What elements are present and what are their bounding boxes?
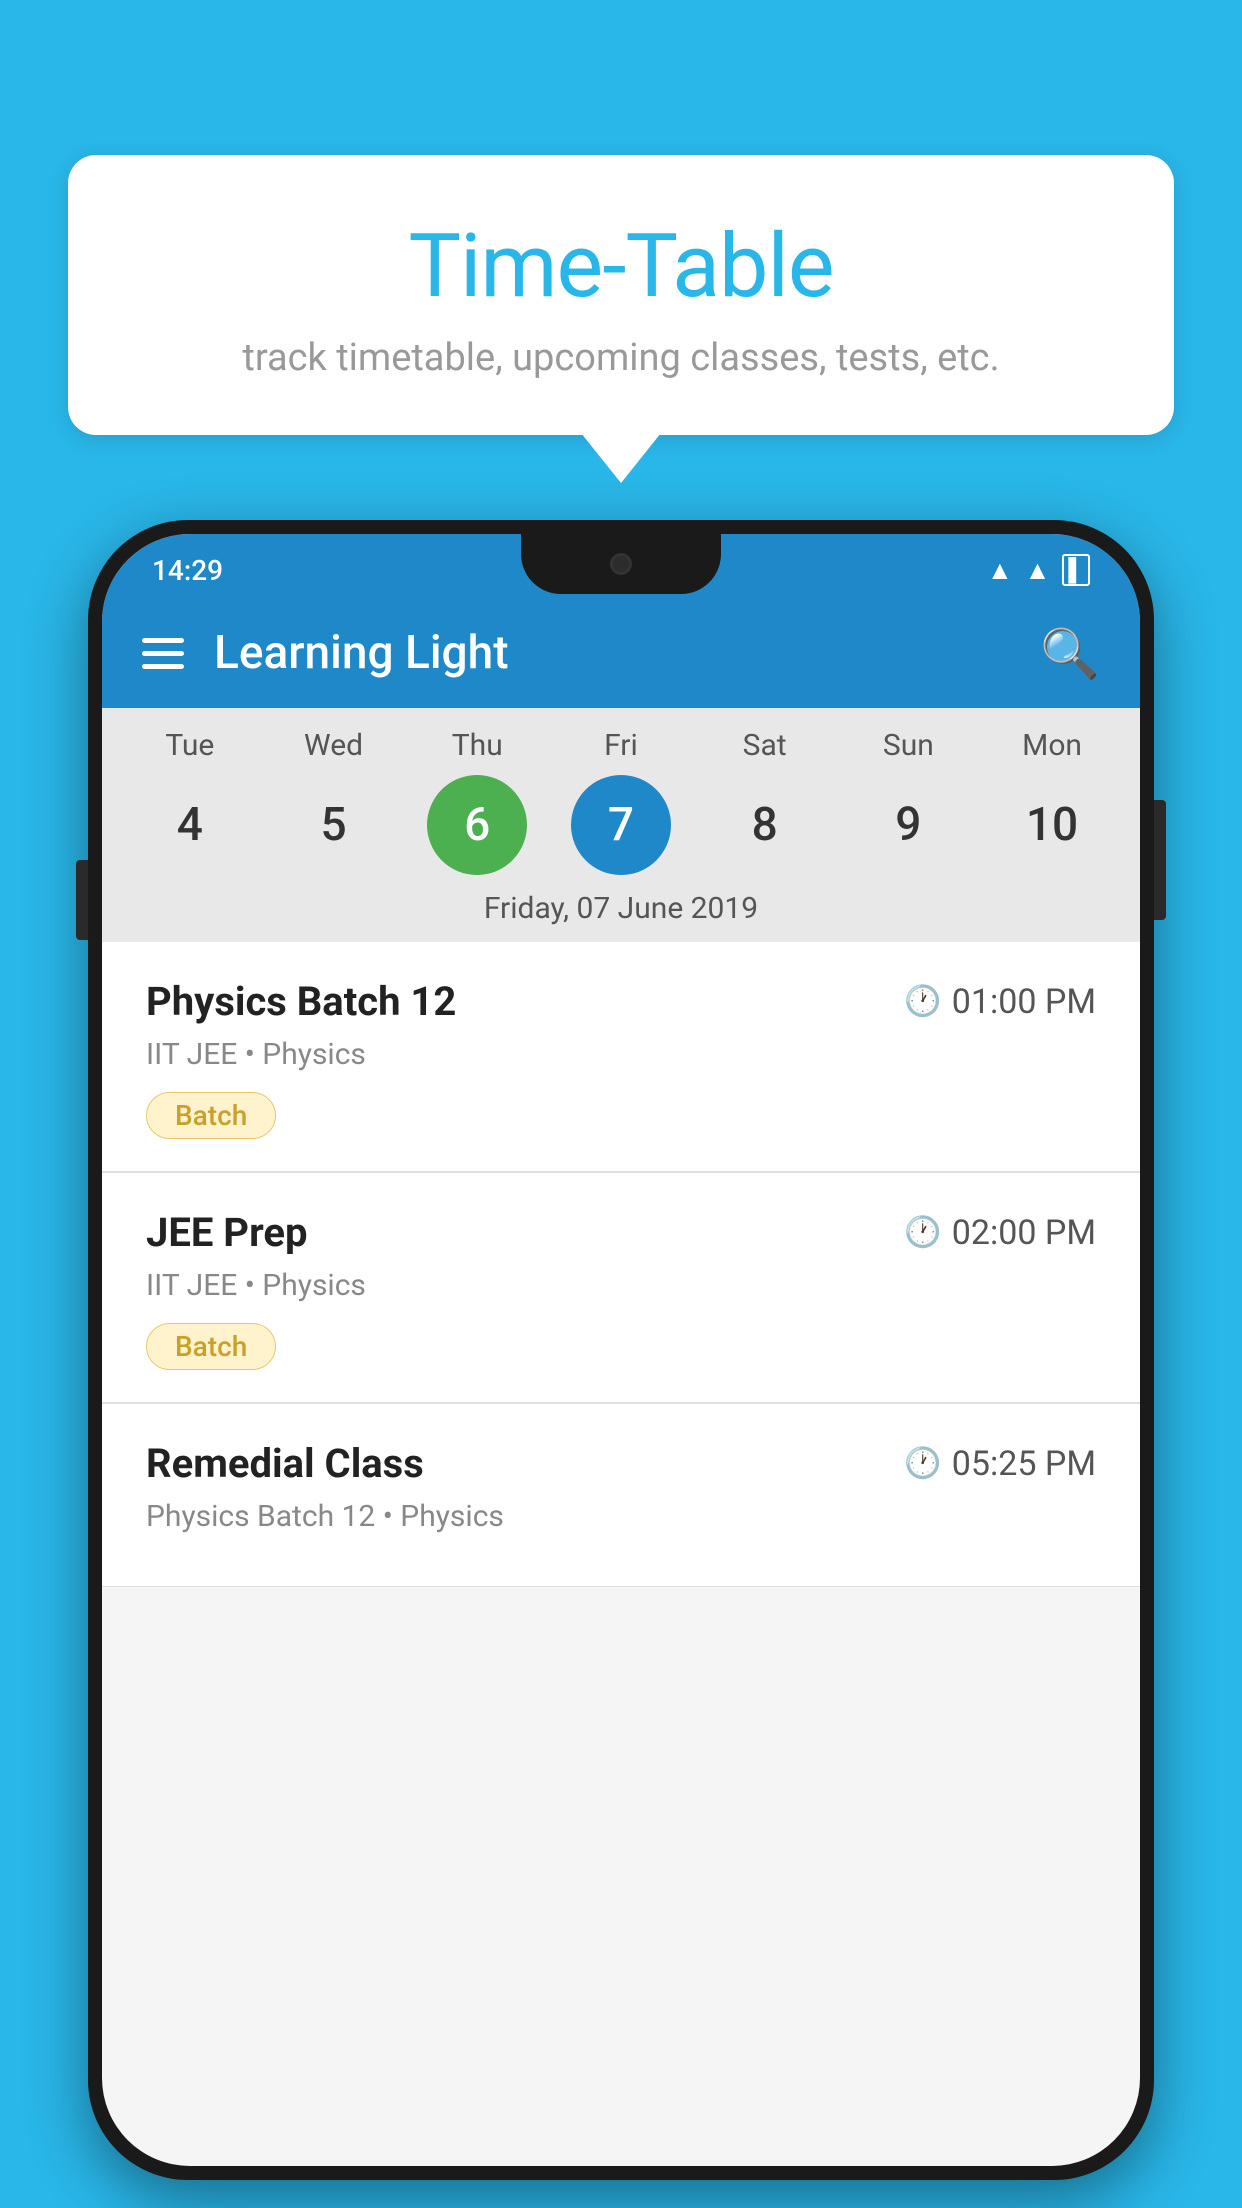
class-card-2[interactable]: JEE Prep 🕐 02:00 PM IIT JEE • Physics Ba…	[102, 1173, 1140, 1403]
selected-date-label: Friday, 07 June 2019	[102, 891, 1140, 942]
clock-icon-2: 🕐	[904, 1215, 941, 1250]
class-card-1[interactable]: Physics Batch 12 🕐 01:00 PM IIT JEE • Ph…	[102, 942, 1140, 1172]
day-numbers: 4 5 6 7 8 9 10	[102, 775, 1140, 891]
day-label-tue: Tue	[140, 728, 240, 763]
day-label-thu: Thu	[427, 728, 527, 763]
clock-icon-3: 🕐	[904, 1446, 941, 1481]
class-time-2: 🕐 02:00 PM	[904, 1213, 1096, 1253]
class-meta-2: IIT JEE • Physics	[146, 1268, 1096, 1303]
phone-outer: 14:29 ▲ ▲ ▌ Learning Light 🔍	[88, 520, 1154, 2180]
day-7-selected[interactable]: 7	[571, 775, 671, 875]
bubble-title: Time-Table	[118, 215, 1124, 318]
clock-icon-1: 🕐	[904, 984, 941, 1019]
day-4[interactable]: 4	[140, 775, 240, 875]
day-5[interactable]: 5	[284, 775, 384, 875]
class-name-1: Physics Batch 12	[146, 978, 456, 1025]
menu-line-2	[142, 651, 184, 656]
day-label-sat: Sat	[715, 728, 815, 763]
notch	[521, 534, 721, 594]
bubble-subtitle: track timetable, upcoming classes, tests…	[118, 336, 1124, 380]
battery-icon: ▌	[1062, 554, 1090, 586]
app-bar: Learning Light 🔍	[102, 598, 1140, 708]
day-label-mon: Mon	[1002, 728, 1102, 763]
card-header-3: Remedial Class 🕐 05:25 PM	[146, 1440, 1096, 1487]
day-label-sun: Sun	[858, 728, 958, 763]
time-text-2: 02:00 PM	[952, 1213, 1096, 1253]
signal-icon: ▲	[1025, 555, 1051, 586]
class-meta-1: IIT JEE • Physics	[146, 1037, 1096, 1072]
speech-bubble: Time-Table track timetable, upcoming cla…	[68, 155, 1174, 435]
search-icon[interactable]: 🔍	[1040, 625, 1100, 682]
card-header-2: JEE Prep 🕐 02:00 PM	[146, 1209, 1096, 1256]
batch-badge-1: Batch	[146, 1092, 276, 1139]
menu-line-1	[142, 638, 184, 643]
day-label-wed: Wed	[284, 728, 384, 763]
camera	[610, 553, 632, 575]
day-labels: Tue Wed Thu Fri Sat Sun Mon	[102, 728, 1140, 775]
app-title: Learning Light	[214, 626, 1040, 680]
day-6-today[interactable]: 6	[427, 775, 527, 875]
batch-badge-2: Batch	[146, 1323, 276, 1370]
class-time-1: 🕐 01:00 PM	[904, 982, 1096, 1022]
class-name-2: JEE Prep	[146, 1209, 307, 1256]
content-area: Physics Batch 12 🕐 01:00 PM IIT JEE • Ph…	[102, 942, 1140, 1587]
wifi-icon: ▲	[987, 555, 1013, 586]
day-9[interactable]: 9	[858, 775, 958, 875]
calendar-header: Tue Wed Thu Fri Sat Sun Mon 4 5 6 7 8 9 …	[102, 708, 1140, 942]
time-text-1: 01:00 PM	[952, 982, 1096, 1022]
menu-icon[interactable]	[142, 638, 184, 669]
class-time-3: 🕐 05:25 PM	[904, 1444, 1096, 1484]
time-text-3: 05:25 PM	[952, 1444, 1096, 1484]
day-10[interactable]: 10	[1002, 775, 1102, 875]
class-meta-3: Physics Batch 12 • Physics	[146, 1499, 1096, 1534]
day-8[interactable]: 8	[715, 775, 815, 875]
class-name-3: Remedial Class	[146, 1440, 424, 1487]
phone-wrapper: 14:29 ▲ ▲ ▌ Learning Light 🔍	[88, 520, 1154, 2180]
phone-screen: 14:29 ▲ ▲ ▌ Learning Light 🔍	[102, 534, 1140, 2166]
day-label-fri: Fri	[571, 728, 671, 763]
class-card-3[interactable]: Remedial Class 🕐 05:25 PM Physics Batch …	[102, 1404, 1140, 1587]
menu-line-3	[142, 664, 184, 669]
card-header-1: Physics Batch 12 🕐 01:00 PM	[146, 978, 1096, 1025]
status-icons: ▲ ▲ ▌	[987, 554, 1090, 586]
